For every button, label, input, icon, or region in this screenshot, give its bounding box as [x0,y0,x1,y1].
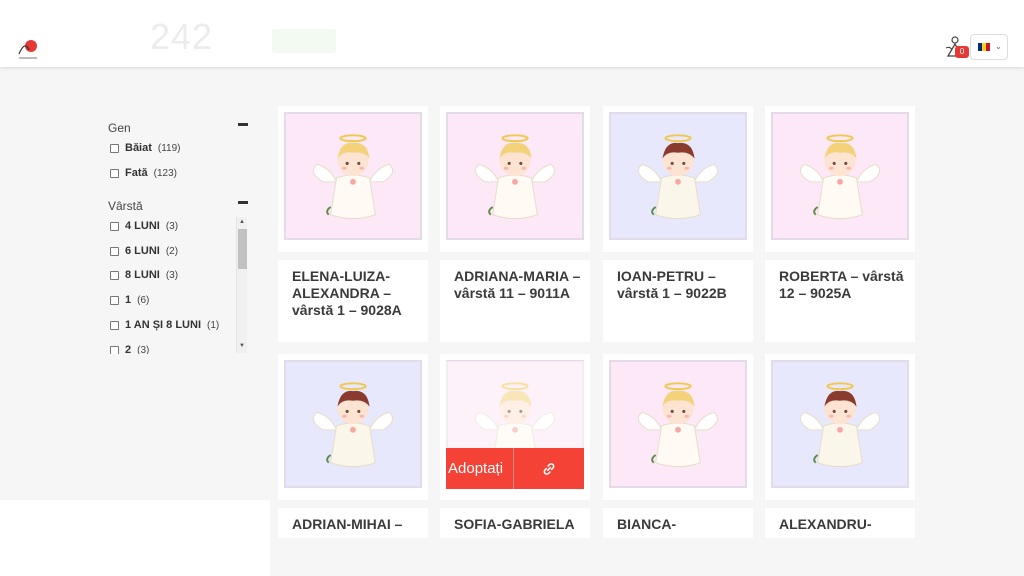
option-label: 2 [125,344,132,354]
option-count: (1) [207,319,220,331]
child-card[interactable]: ADRIANA-MARIA – vârstă 11 – 9011A [440,106,590,342]
child-name-link[interactable]: BIANCA- [617,516,745,533]
option-count: (2) [165,245,179,257]
age-options-list[interactable]: 4 LUNI (3) 6 LUNI (2) 8 LUNI (3) 1 (6) 1… [104,216,248,354]
adopt-bar: Adoptați [446,448,584,489]
checkbox[interactable] [110,168,119,178]
child-name-link[interactable]: IOAN-PETRU – vârstă 1 – 9022B [617,268,745,302]
card-divider [278,500,428,508]
chevron-down-icon: ⌄ [995,42,1002,51]
site-logo[interactable] [15,36,41,62]
card-divider [278,252,428,260]
child-name-link[interactable]: ALEXANDRU- [779,516,907,533]
link-button[interactable] [514,448,584,489]
header-button[interactable] [272,29,336,53]
child-card[interactable]: BIANCA- [603,354,753,538]
option-label: 4 LUNI [125,220,160,232]
card-divider [765,252,915,260]
checkbox[interactable] [110,246,119,256]
option-label: 6 LUNI [125,245,160,257]
child-card[interactable]: ALEXANDRU- [765,354,915,538]
collapse-age-icon[interactable] [238,201,248,204]
checkbox[interactable] [110,320,119,330]
checkbox[interactable] [110,143,119,153]
filter-option-girl[interactable]: Fată (123) [110,167,177,179]
option-label: Băiat [125,142,152,154]
angel-girl-image[interactable] [284,112,422,240]
filter-option-age[interactable]: 4 LUNI (3) [110,220,178,232]
option-count: (119) [157,142,181,154]
angel-boy-image[interactable] [284,360,422,488]
option-label: 8 LUNI [125,269,160,281]
child-name-link[interactable]: ADRIAN-MIHAI – [292,516,420,533]
sidebar-bottom [0,500,270,576]
link-icon [543,462,555,475]
child-name-link[interactable]: SOFIA-GABRIELA [454,516,582,533]
filter-option-boy[interactable]: Băiat (119) [110,142,181,154]
child-card[interactable]: IOAN-PETRU – vârstă 1 – 9022B [603,106,753,342]
child-name-link[interactable]: ADRIANA-MARIA – vârstă 11 – 9011A [454,268,582,302]
filter-option-age[interactable]: 1 AN ȘI 8 LUNI (1) [110,319,219,331]
filter-gender-title: Gen [108,121,131,135]
child-card[interactable]: ADRIAN-MIHAI – [278,354,428,538]
angel-boy-image[interactable] [771,360,909,488]
child-card[interactable]: ELENA-LUIZA-ALEXANDRA – vârstă 1 – 9028A [278,106,428,342]
filter-age-title: Vârstă [108,199,143,213]
option-count: (6) [137,294,150,306]
angel-girl-image[interactable] [771,112,909,240]
scroll-up-icon[interactable]: ▲ [239,219,245,225]
language-selector[interactable]: ⌄ [970,34,1008,60]
scroll-thumb[interactable] [238,229,247,269]
card-divider [765,500,915,508]
angel-boy-image[interactable] [609,112,747,240]
checkbox[interactable] [110,345,119,354]
option-label: 1 AN ȘI 8 LUNI [125,319,201,331]
filter-option-age[interactable]: 8 LUNI (3) [110,269,178,281]
option-count: (123) [153,167,177,179]
romania-flag-icon [978,43,990,51]
scroll-down-icon[interactable]: ▼ [239,343,245,349]
filter-option-age[interactable]: 1 (6) [110,294,149,306]
card-divider [440,252,590,260]
child-name-link[interactable]: ELENA-LUIZA-ALEXANDRA – vârstă 1 – 9028A [292,268,420,319]
filter-option-age[interactable]: 2 (3) [110,344,149,354]
angel-girl-image[interactable] [446,112,584,240]
adopt-button[interactable]: Adoptați [446,448,514,489]
child-name-link[interactable]: ROBERTA – vârstă 12 – 9025A [779,268,907,302]
collapse-gender-icon[interactable] [238,123,248,126]
child-card[interactable]: ROBERTA – vârstă 12 – 9025A [765,106,915,342]
card-divider [603,252,753,260]
child-count: 242 [150,16,214,57]
option-count: (3) [165,269,179,281]
filter-option-age[interactable]: 6 LUNI (2) [110,245,178,257]
age-list-scrollbar[interactable]: ▲ ▼ [236,217,247,353]
card-divider [603,500,753,508]
site-header: 242 0 ⌄ [0,0,1024,67]
card-divider [440,500,590,508]
option-count: (3) [165,220,179,232]
option-count: (3) [137,344,150,355]
angel-girl-image[interactable] [609,360,747,488]
checkbox[interactable] [110,270,119,280]
option-label: 1 [125,294,132,306]
checkbox[interactable] [110,295,119,305]
checkbox[interactable] [110,221,119,231]
option-label: Fată [125,167,148,179]
cart-count-badge: 0 [955,46,969,58]
